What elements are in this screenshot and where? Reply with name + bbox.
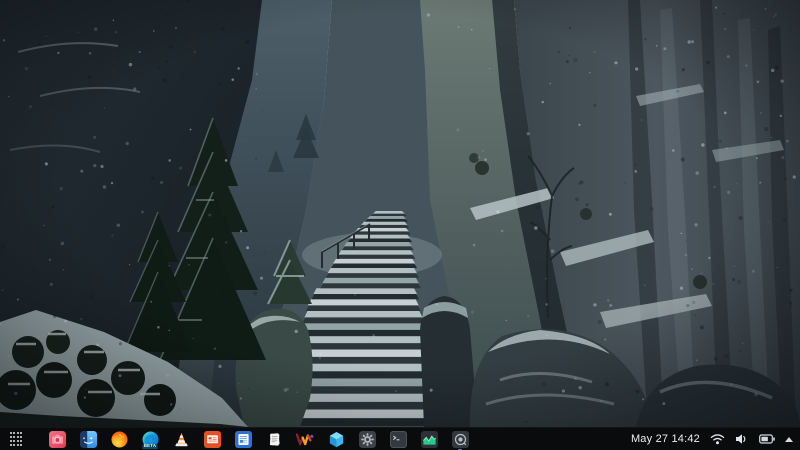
camera-glyph	[48, 430, 66, 448]
taskbar: BETA May 27 14:42	[0, 427, 800, 450]
cube-app-icon[interactable]	[327, 430, 345, 448]
edge-beta-icon[interactable]: BETA	[141, 430, 159, 450]
battery-icon[interactable]	[759, 434, 775, 444]
dock: BETA	[7, 430, 469, 450]
volume-icon[interactable]	[735, 433, 749, 445]
vlc-icon[interactable]	[172, 430, 190, 448]
vlc-cone-glyph	[174, 432, 188, 446]
papers-glyph	[269, 432, 280, 446]
screen-recorder-icon[interactable]	[451, 430, 469, 450]
chevron-up-icon	[785, 436, 793, 442]
monitor-chart-glyph	[420, 430, 438, 448]
terminal-glyph	[389, 430, 407, 448]
system-monitor-icon[interactable]	[420, 430, 438, 448]
system-tray: May 27 14:42	[631, 433, 793, 445]
tray-expand-button[interactable]	[785, 436, 793, 442]
wifi-glyph	[710, 434, 725, 445]
terminal-icon[interactable]	[389, 430, 407, 448]
file-manager-icon[interactable]	[79, 430, 97, 448]
presentation-glyph	[203, 430, 221, 448]
recorder-glyph	[451, 430, 469, 448]
file-manager-glyph	[79, 430, 97, 448]
gorge-stairs-wallpaper-art	[0, 0, 800, 427]
desktop-wallpaper	[0, 0, 800, 427]
writer-app-icon[interactable]	[234, 430, 252, 448]
presentation-app-icon[interactable]	[203, 430, 221, 448]
text-editor-icon[interactable]	[265, 430, 283, 448]
launcher-button[interactable]	[7, 430, 25, 448]
camera-app-icon[interactable]	[48, 430, 66, 448]
desktop: BETA May 27 14:42	[0, 0, 800, 450]
beta-badge: BETA	[142, 443, 158, 450]
battery-glyph	[759, 434, 775, 444]
speaker-glyph	[736, 434, 746, 444]
wps-office-icon[interactable]	[296, 430, 314, 448]
wps-w-glyph	[296, 432, 314, 445]
firefox-glyph	[111, 431, 127, 447]
cube-glyph	[329, 431, 343, 447]
firefox-icon[interactable]	[110, 430, 128, 448]
gear-glyph	[358, 430, 376, 448]
writer-glyph	[234, 430, 252, 448]
settings-gear-icon[interactable]	[358, 430, 376, 448]
clock[interactable]: May 27 14:42	[631, 433, 700, 445]
wifi-icon[interactable]	[710, 433, 725, 445]
launcher-grid-icon	[9, 432, 23, 446]
